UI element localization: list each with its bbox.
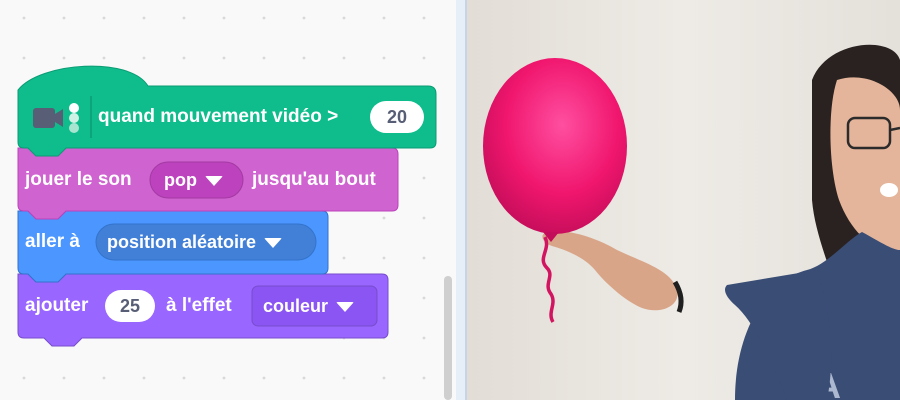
chevron-down-icon xyxy=(336,302,355,313)
code-workspace[interactable]: quand mouvement vidéo > 20 jouer le son … xyxy=(0,0,456,400)
hat-label: quand mouvement vidéo > xyxy=(98,106,339,127)
looks-label-after: à l'effet xyxy=(166,295,232,316)
effect-dropdown[interactable]: couleur xyxy=(263,291,355,321)
sound-label-after: jusqu'au bout xyxy=(252,169,376,190)
sound-dropdown[interactable]: pop xyxy=(164,165,223,195)
balloon xyxy=(483,58,627,234)
workspace-scrollbar[interactable] xyxy=(444,276,452,400)
sound-dropdown-value: pop xyxy=(164,170,197,190)
video-camera-icon xyxy=(33,103,79,133)
chevron-down-icon xyxy=(264,238,283,249)
stage-video[interactable]: A xyxy=(467,0,900,400)
looks-label-before: ajouter xyxy=(25,295,89,316)
sound-label-before: jouer le son xyxy=(25,169,132,190)
video-threshold-input[interactable]: 20 xyxy=(370,101,424,133)
motion-label: aller à xyxy=(25,231,80,252)
stage-scene: A xyxy=(467,0,900,400)
block-shapes xyxy=(17,65,437,347)
motion-dropdown[interactable]: position aléatoire xyxy=(107,227,283,257)
motion-dropdown-value: position aléatoire xyxy=(107,232,257,252)
effect-dropdown-value: couleur xyxy=(263,296,329,316)
chevron-down-icon xyxy=(205,176,223,187)
effect-amount-input[interactable]: 25 xyxy=(105,290,155,322)
